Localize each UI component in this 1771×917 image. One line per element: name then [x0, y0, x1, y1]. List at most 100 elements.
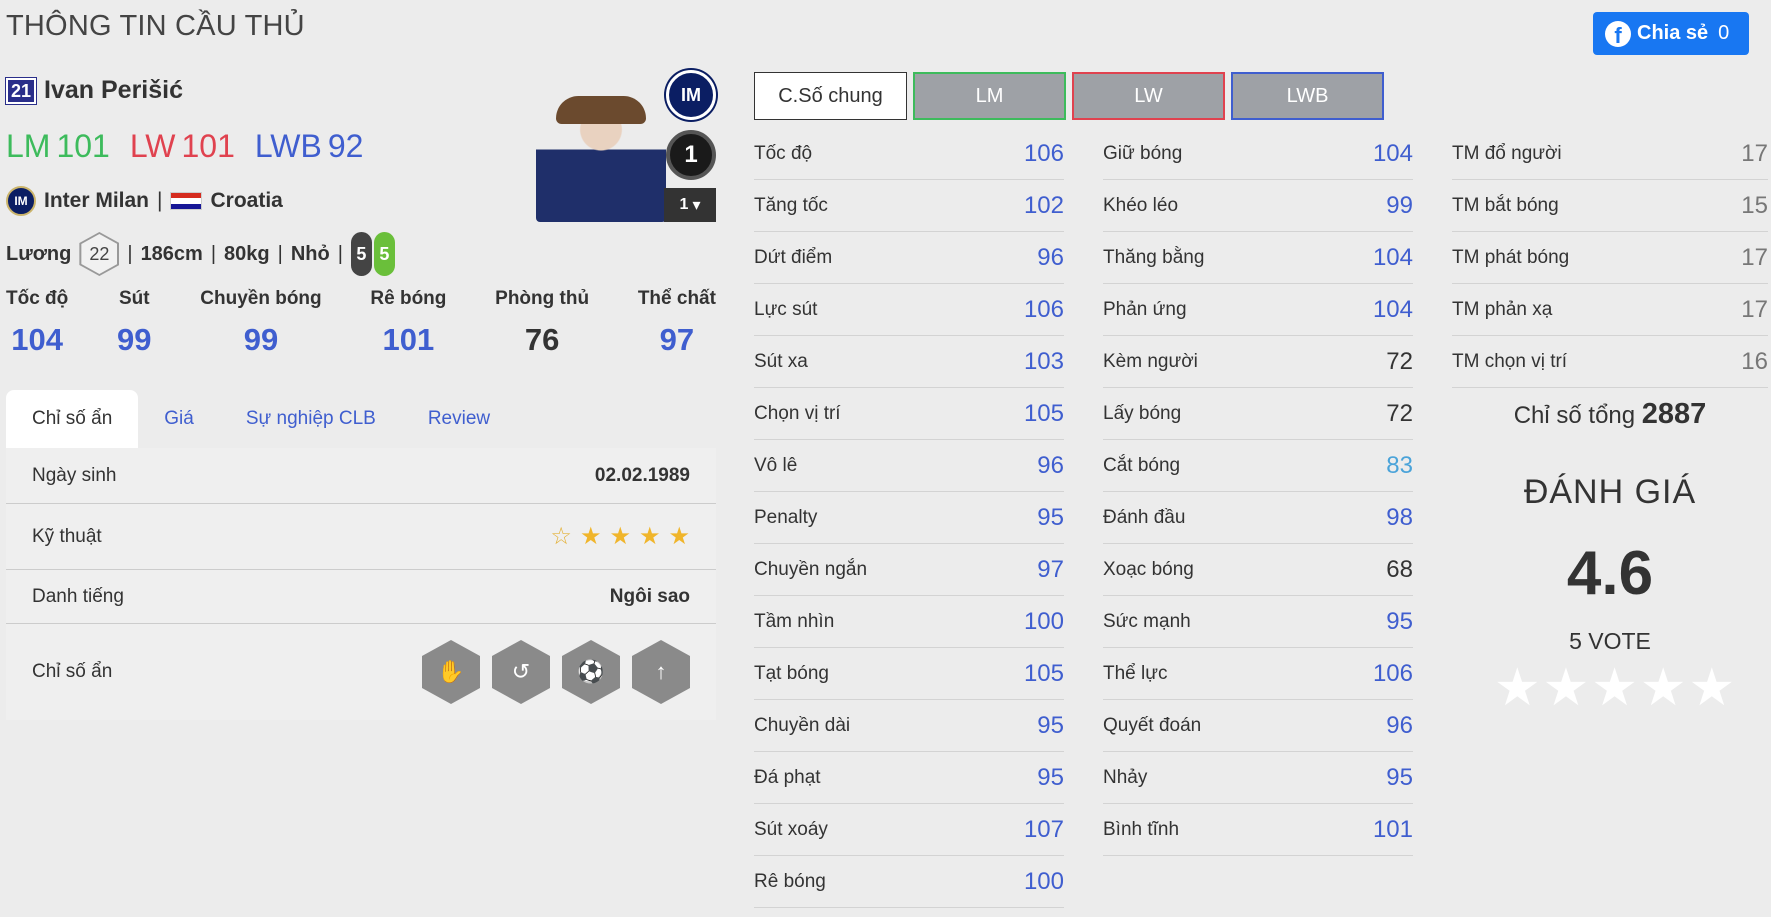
stat-row: Vô lê 96: [754, 440, 1064, 492]
stat-row: Dứt điểm 96: [754, 232, 1064, 284]
croatia-flag-icon: [170, 192, 203, 210]
height: 186cm: [140, 242, 203, 265]
caret-down-icon: ▾: [692, 197, 701, 214]
body-type: Nhỏ: [290, 242, 330, 265]
stat-label: Quyết đoán: [1103, 714, 1202, 736]
tab-position-lm[interactable]: LM: [913, 72, 1066, 120]
hand-ball-icon[interactable]: ✋: [422, 640, 480, 704]
stat-value: 95: [1037, 711, 1064, 739]
stat-label: Chuyền ngắn: [754, 558, 868, 580]
stat-row: Tầm nhìn 100: [754, 596, 1064, 648]
stat-label: Vô lê: [754, 454, 798, 476]
tab-price[interactable]: Giá: [138, 390, 220, 448]
main-stat-value: 99: [117, 322, 152, 357]
stat-row: Bình tĩnh 101: [1103, 804, 1413, 856]
vote-stars: ★ ★ ★ ★ ★: [1494, 658, 1735, 718]
vote-star-icon[interactable]: ★: [1494, 658, 1541, 718]
stat-value: 105: [1023, 659, 1064, 687]
stat-value: 96: [1386, 711, 1413, 739]
tab-general-stats[interactable]: C.Số chung: [754, 72, 907, 120]
stats-column-physical: Giữ bóng 104 Khéo léo 99 Thăng bằng 104 Phản ứ…: [1103, 128, 1413, 856]
stat-value: 101: [1372, 815, 1413, 843]
position-rating-lm: LM 101: [6, 128, 110, 164]
stat-row: Tăng tốc 102: [754, 180, 1064, 232]
stat-row: Giữ bóng 104: [1103, 128, 1413, 180]
player-info-row: Lương 22 | 186cm | 80kg | Nhỏ | 5 5: [6, 232, 395, 276]
stat-value: 95: [1386, 763, 1413, 791]
club-logo-icon-large: IM: [666, 70, 716, 120]
jersey-number: 21: [4, 76, 38, 105]
tab-review[interactable]: Review: [402, 390, 516, 448]
main-stat: Tốc độ 104: [6, 288, 68, 358]
facebook-share-button[interactable]: f Chia sẻ 0: [1593, 12, 1749, 55]
stat-label: Cắt bóng: [1103, 454, 1181, 476]
stat-value: 97: [1037, 555, 1064, 583]
long-shot-icon[interactable]: ↑: [632, 640, 690, 704]
stat-row: Thể lực 106: [1103, 648, 1413, 700]
detail-row-skill: Kỹ thuật ☆ ★ ★ ★ ★ ☆: [6, 504, 716, 570]
stat-value: 100: [1023, 607, 1064, 635]
stat-value: 107: [1023, 815, 1064, 843]
weight: 80kg: [224, 242, 270, 265]
stat-row: Đá phạt 95: [754, 752, 1064, 804]
main-stat-label: Rê bóng: [370, 288, 447, 309]
rating-score: 4.6: [1566, 539, 1654, 608]
vote-star-icon[interactable]: ★: [1543, 658, 1590, 718]
vote-star-icon[interactable]: ★: [1689, 658, 1736, 718]
stat-value: 96: [1037, 451, 1064, 479]
stat-label: Xoạc bóng: [1103, 558, 1194, 580]
tab-position-lw[interactable]: LW: [1072, 72, 1225, 120]
stat-value: 72: [1386, 347, 1413, 375]
stat-value: 95: [1037, 503, 1064, 531]
club-name: Inter Milan: [44, 189, 150, 212]
main-stat: Sút 99: [117, 288, 151, 358]
tab-position-lwb[interactable]: LWB: [1231, 72, 1384, 120]
stat-label: Kèm người: [1103, 350, 1198, 372]
stat-row: Khéo léo 99: [1103, 180, 1413, 232]
vote-star-icon[interactable]: ★: [1640, 658, 1687, 718]
skill-stars: ☆ ★ ★ ★ ★ ☆: [550, 522, 690, 551]
stat-value: 83: [1386, 451, 1413, 479]
stat-label: TM phát bóng: [1452, 246, 1570, 268]
position-ratings: LM 101 LW 101 LWB 92: [6, 128, 363, 165]
stat-row: TM phát bóng 17: [1452, 232, 1768, 284]
stat-value: 102: [1023, 191, 1064, 219]
stat-row: Chọn vị trí 105: [754, 388, 1064, 440]
team-color-rank: 1: [666, 130, 716, 180]
tab-hidden-stats[interactable]: Chỉ số ẩn: [6, 390, 139, 448]
salary-badge: 22: [79, 232, 120, 276]
right-foot-icon: 5: [373, 232, 395, 276]
stat-label: TM đổ người: [1452, 142, 1562, 164]
share-label: Chia sẻ: [1637, 22, 1709, 44]
main-stats: Tốc độ 104 Sút 99 Chuyền bóng 99 Rê bóng 101 Phò…: [6, 288, 716, 358]
stat-value: 95: [1386, 607, 1413, 635]
stat-row: Xoạc bóng 68: [1103, 544, 1413, 596]
stat-label: Đánh đầu: [1103, 506, 1186, 528]
player-photo: [536, 90, 666, 222]
main-stat-label: Thể chất: [637, 288, 716, 309]
main-stat: Thể chất 97: [638, 288, 716, 358]
stat-label: TM bắt bóng: [1452, 194, 1559, 216]
salary-label: Lương: [6, 242, 72, 265]
stat-row: Rê bóng 100: [754, 856, 1064, 908]
stat-label: Sút xoáy: [754, 818, 828, 840]
stat-label: Bình tĩnh: [1103, 818, 1180, 840]
goal-shot-icon[interactable]: ⚽: [562, 640, 620, 704]
dribble-icon[interactable]: ↺: [492, 640, 550, 704]
hidden-stat-icons: ✋ ↺ ⚽ ↑: [422, 640, 690, 704]
stat-label: Phản ứng: [1103, 298, 1187, 320]
main-stat: Phòng thủ 76: [495, 288, 589, 358]
stat-label: Khéo léo: [1103, 194, 1179, 216]
stat-value: 96: [1037, 243, 1064, 271]
upgrade-level-select[interactable]: 1 ▾: [664, 188, 716, 222]
share-count: 0: [1718, 22, 1730, 44]
vote-count: 5 VOTE: [1569, 628, 1651, 654]
stat-row: Sức mạnh 95: [1103, 596, 1413, 648]
vote-star-icon[interactable]: ★: [1591, 658, 1638, 718]
detail-row-birth: Ngày sinh 02.02.1989: [6, 448, 716, 504]
stat-value: 72: [1386, 399, 1413, 427]
stat-row: Thăng bằng 104: [1103, 232, 1413, 284]
stat-label: TM phản xạ: [1452, 298, 1553, 320]
stat-label: TM chọn vị trí: [1452, 350, 1568, 372]
tab-club-career[interactable]: Sự nghiệp CLB: [220, 390, 402, 448]
